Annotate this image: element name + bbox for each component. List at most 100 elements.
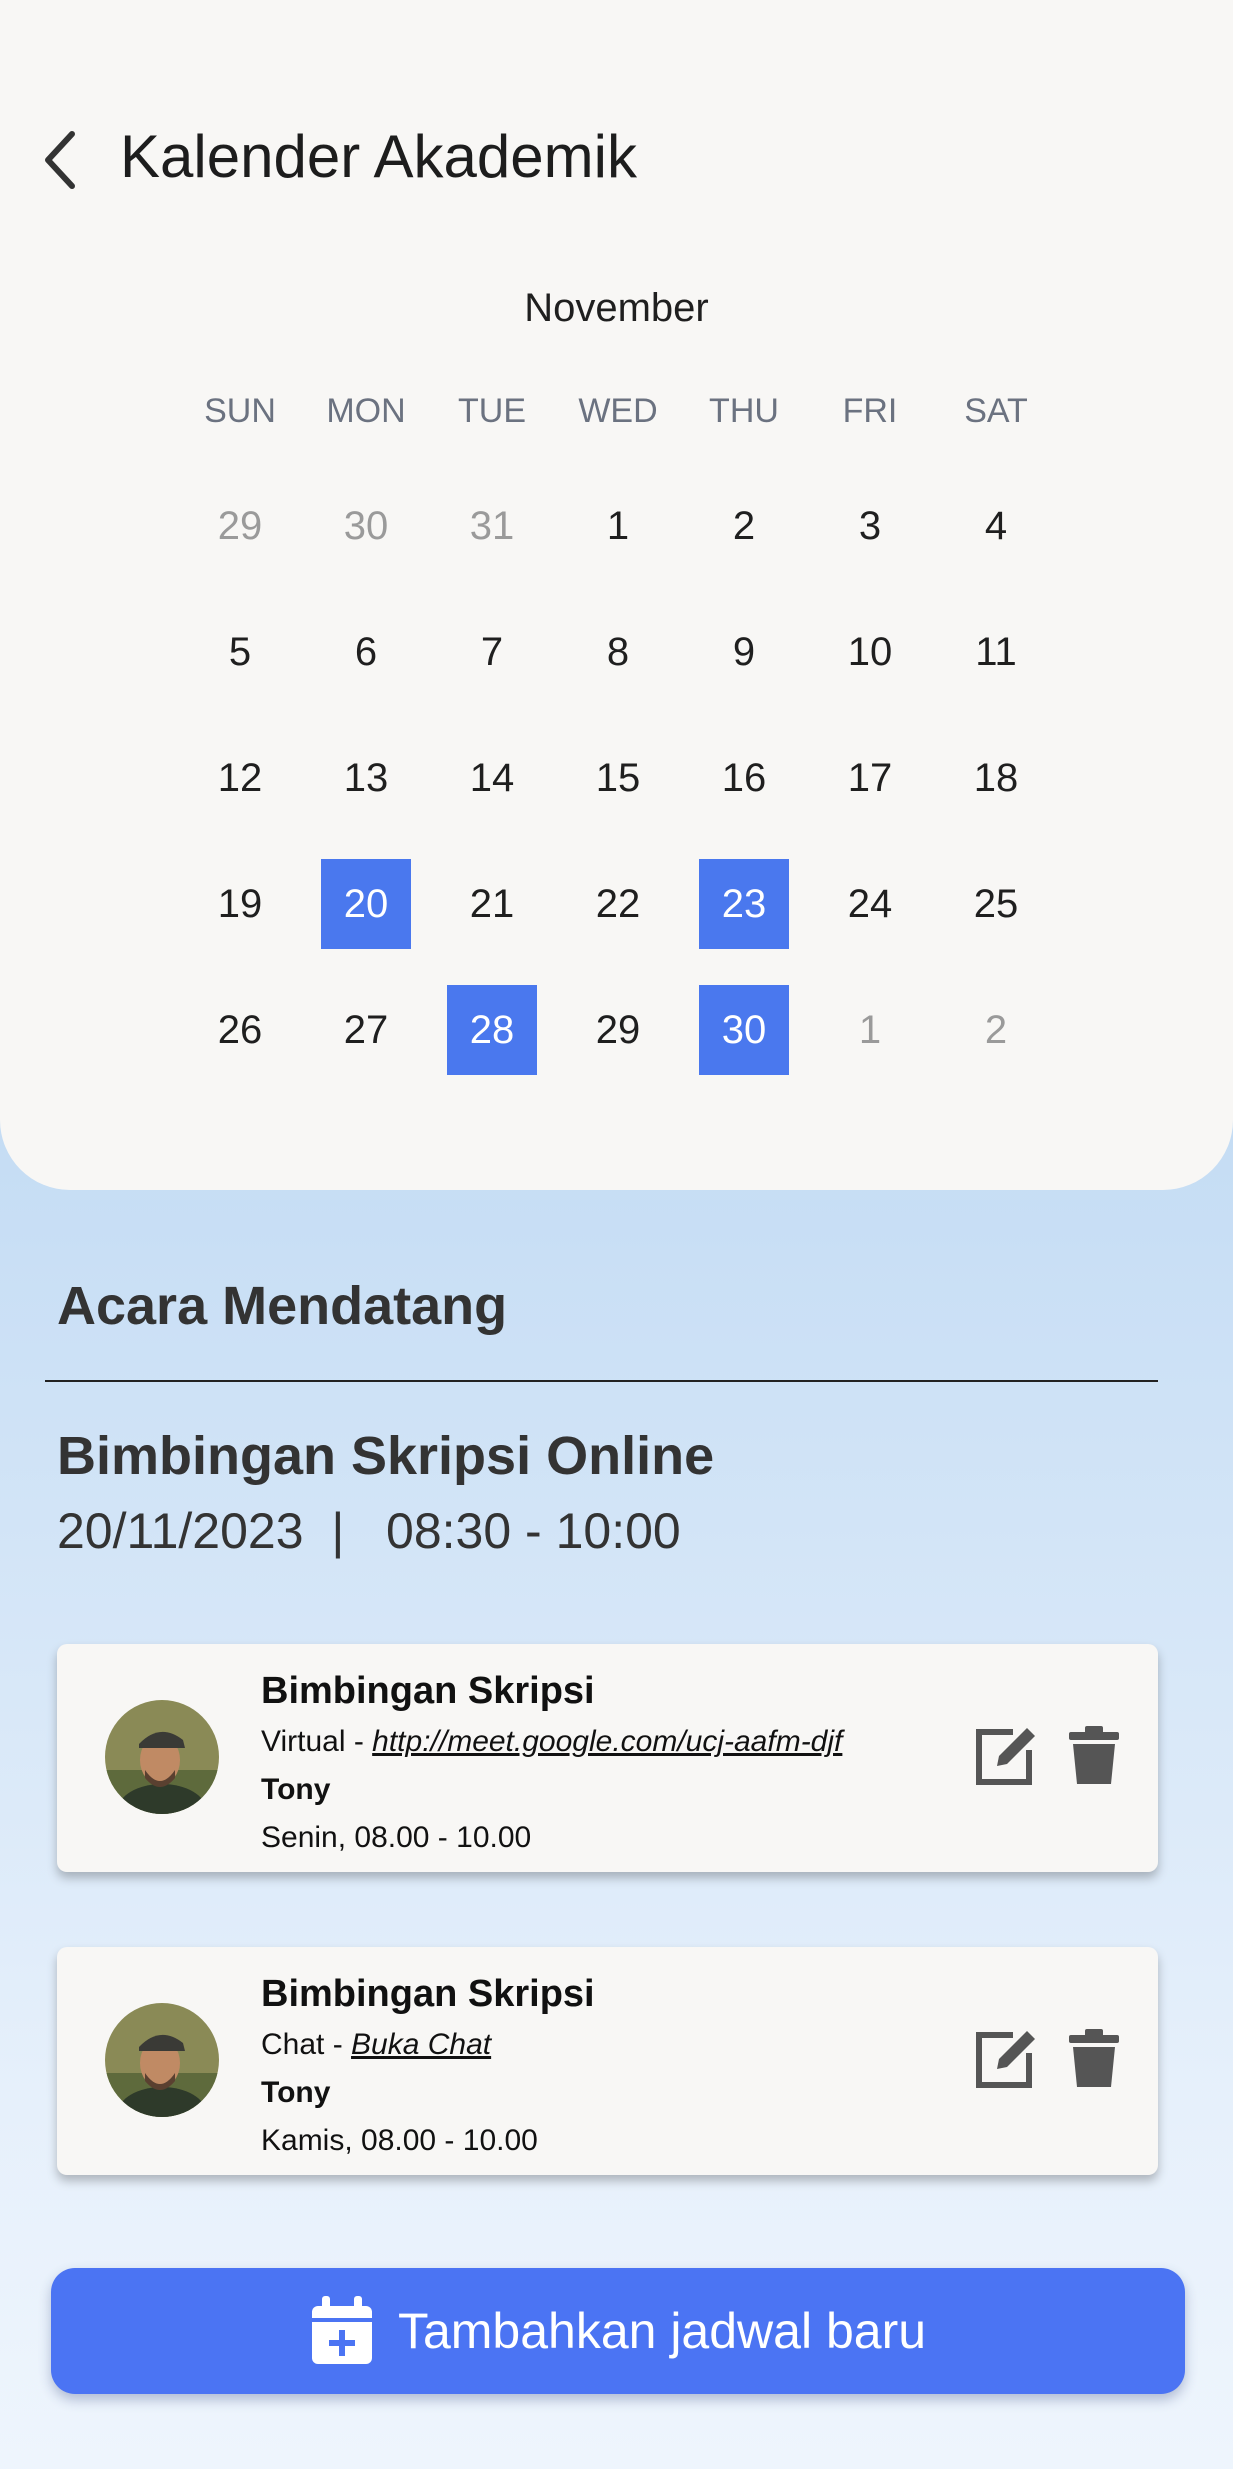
- day-number: 16: [721, 755, 767, 800]
- weekday-label: SUN: [204, 392, 276, 430]
- day-number: 23: [699, 859, 789, 949]
- calendar-plus-icon: [311, 2296, 372, 2364]
- calendar-day-event[interactable]: 28: [429, 967, 555, 1093]
- event-datetime: 20/11/2023 | 08:30 - 10:00: [57, 1502, 681, 1560]
- day-number: 25: [973, 881, 1019, 926]
- day-number: 20: [321, 859, 411, 949]
- calendar-day[interactable]: 29: [555, 967, 681, 1093]
- card-mode-label: Virtual -: [261, 1725, 373, 1758]
- calendar-day[interactable]: 17: [807, 715, 933, 841]
- add-schedule-label: Tambahkan jadwal baru: [397, 2303, 927, 2359]
- chat-link[interactable]: Buka Chat: [351, 2028, 491, 2061]
- calendar-day[interactable]: 22: [555, 841, 681, 967]
- calendar-day[interactable]: 8: [555, 589, 681, 715]
- calendar-day[interactable]: 7: [429, 589, 555, 715]
- calendar-day[interactable]: 1: [807, 967, 933, 1093]
- avatar: [105, 2003, 219, 2117]
- avatar: [105, 1700, 219, 1814]
- day-number: 2: [732, 503, 756, 548]
- day-number: 9: [732, 629, 756, 674]
- card-title: Bimbingan Skripsi: [261, 1670, 595, 1712]
- day-number: 7: [480, 629, 504, 674]
- day-number: 29: [217, 503, 263, 548]
- event-date: 20/11/2023: [57, 1503, 304, 1559]
- day-number: 4: [984, 503, 1008, 548]
- card-info: Bimbingan Skripsi Chat - Buka Chat Tony …: [261, 1967, 595, 2165]
- calendar-day[interactable]: 6: [303, 589, 429, 715]
- divider: [45, 1380, 1158, 1382]
- card-mode: Chat - Buka Chat: [261, 2021, 595, 2069]
- calendar-day[interactable]: 27: [303, 967, 429, 1093]
- back-button[interactable]: [30, 120, 90, 200]
- calendar-day[interactable]: 2: [681, 463, 807, 589]
- day-number: 6: [354, 629, 378, 674]
- day-number: 2: [984, 1007, 1008, 1052]
- calendar-panel: Kalender Akademik November SUN MON TUE W…: [0, 0, 1233, 1190]
- day-number: 27: [343, 1007, 389, 1052]
- card-schedule: Senin, 08.00 - 10.00: [261, 1821, 532, 1854]
- calendar-day[interactable]: 13: [303, 715, 429, 841]
- day-number: 21: [469, 881, 515, 926]
- calendar-day[interactable]: 14: [429, 715, 555, 841]
- calendar-day[interactable]: 15: [555, 715, 681, 841]
- day-number: 5: [228, 629, 252, 674]
- calendar-day[interactable]: 16: [681, 715, 807, 841]
- event-time: 08:30 - 10:00: [386, 1503, 681, 1559]
- day-number: 26: [217, 1007, 263, 1052]
- day-number: 3: [858, 503, 882, 548]
- weekday-label: THU: [709, 392, 779, 430]
- calendar-day[interactable]: 3: [807, 463, 933, 589]
- calendar-day[interactable]: 18: [933, 715, 1059, 841]
- calendar-day[interactable]: 21: [429, 841, 555, 967]
- weekday-label: SAT: [964, 392, 1028, 430]
- weekday-label: FRI: [842, 392, 898, 430]
- day-number: 11: [975, 629, 1017, 674]
- add-schedule-button[interactable]: Tambahkan jadwal baru: [51, 2268, 1185, 2394]
- calendar-day[interactable]: 9: [681, 589, 807, 715]
- event-separator: |: [331, 1503, 345, 1559]
- calendar-day[interactable]: 1: [555, 463, 681, 589]
- day-number: 31: [469, 503, 515, 548]
- calendar-day[interactable]: 12: [177, 715, 303, 841]
- calendar-day[interactable]: 5: [177, 589, 303, 715]
- calendar-day[interactable]: 4: [933, 463, 1059, 589]
- calendar-day-event[interactable]: 20: [303, 841, 429, 967]
- day-number: 22: [595, 881, 641, 926]
- month-label: November: [524, 286, 709, 330]
- day-number: 1: [858, 1007, 882, 1052]
- event-title: Bimbingan Skripsi Online: [57, 1426, 715, 1486]
- delete-button[interactable]: [1067, 1724, 1121, 1786]
- schedule-card[interactable]: Bimbingan Skripsi Virtual - http://meet.…: [57, 1644, 1158, 1872]
- delete-button[interactable]: [1067, 2027, 1121, 2089]
- weekday-label: WED: [578, 392, 658, 430]
- day-number: 29: [595, 1007, 641, 1052]
- meeting-link[interactable]: http://meet.google.com/ucj-aafm-djf: [372, 1725, 842, 1758]
- edit-icon: [976, 1728, 1035, 1785]
- calendar-day[interactable]: 2: [933, 967, 1059, 1093]
- day-number: 15: [595, 755, 641, 800]
- card-person: Tony: [261, 2076, 331, 2109]
- weekday-label: MON: [326, 392, 406, 430]
- edit-button[interactable]: [973, 2025, 1041, 2091]
- calendar-day[interactable]: 29: [177, 463, 303, 589]
- edit-button[interactable]: [973, 1722, 1041, 1788]
- calendar-day[interactable]: 31: [429, 463, 555, 589]
- calendar-day[interactable]: 19: [177, 841, 303, 967]
- calendar-day[interactable]: 24: [807, 841, 933, 967]
- edit-icon: [976, 2031, 1035, 2088]
- schedule-card[interactable]: Bimbingan Skripsi Chat - Buka Chat Tony …: [57, 1947, 1158, 2175]
- calendar-day[interactable]: 30: [303, 463, 429, 589]
- calendar-day[interactable]: 10: [807, 589, 933, 715]
- calendar-day-event[interactable]: 30: [681, 967, 807, 1093]
- day-number: 19: [217, 881, 263, 926]
- card-mode: Virtual - http://meet.google.com/ucj-aaf…: [261, 1718, 842, 1766]
- calendar-grid: 29 30 31 1 2 3 4 5 6 7 8 9 10 11 12 13 14 15 16 17 18 19 20 21 2…: [177, 463, 1059, 1093]
- day-number: 18: [973, 755, 1019, 800]
- day-number: 1: [606, 503, 630, 548]
- calendar-day[interactable]: 26: [177, 967, 303, 1093]
- calendar-day-event[interactable]: 23: [681, 841, 807, 967]
- card-schedule: Kamis, 08.00 - 10.00: [261, 2124, 538, 2157]
- calendar-day[interactable]: 25: [933, 841, 1059, 967]
- weekday-label: TUE: [458, 392, 526, 430]
- calendar-day[interactable]: 11: [933, 589, 1059, 715]
